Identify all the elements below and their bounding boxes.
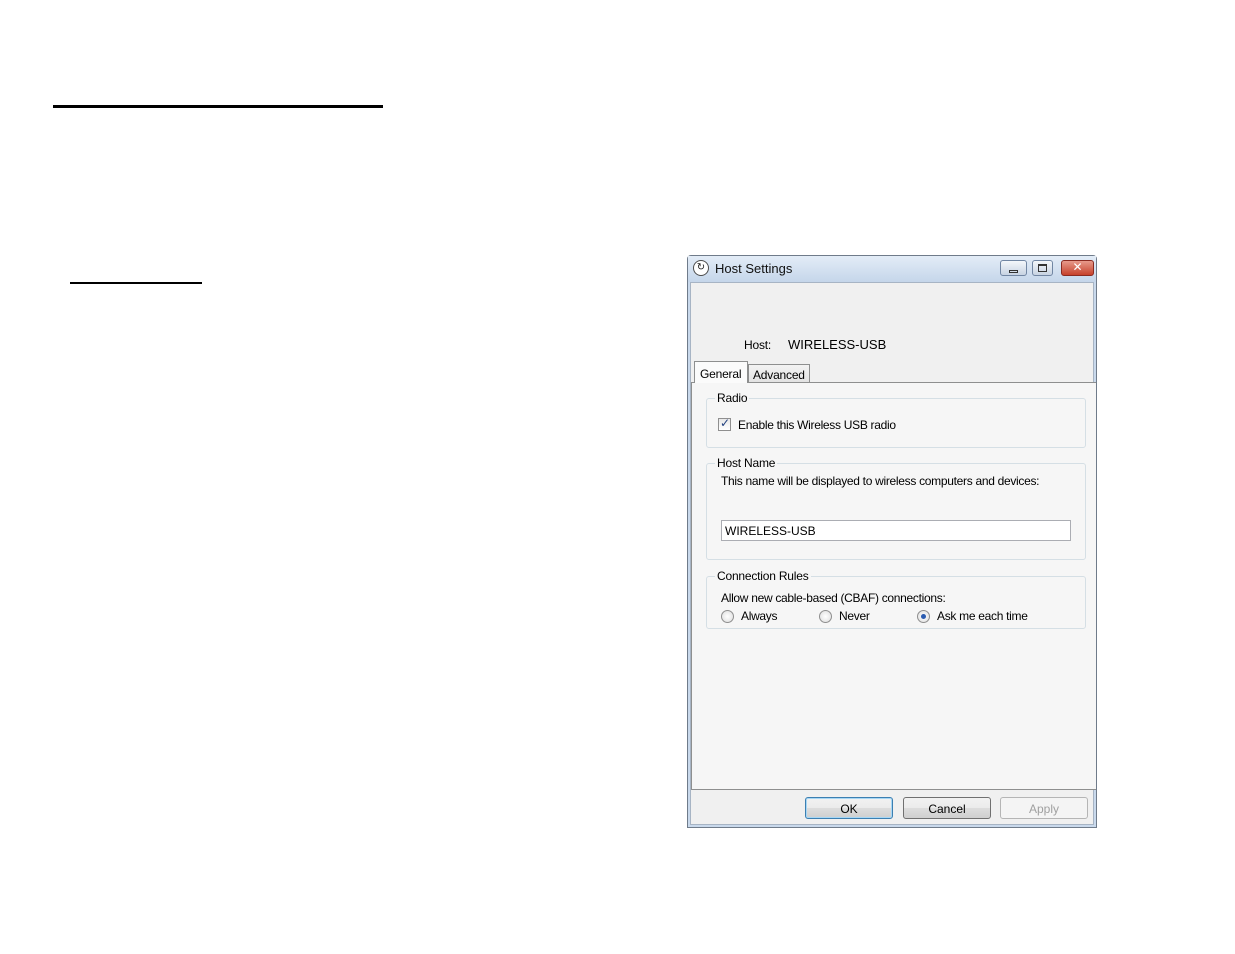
radio-group: Radio ✓ Enable this Wireless USB radio xyxy=(706,391,1086,448)
minimize-icon xyxy=(1009,270,1018,273)
connection-rules-title: Connection Rules xyxy=(715,569,811,583)
close-button[interactable]: ✕ xyxy=(1061,260,1094,276)
connection-rules-group: Connection Rules Allow new cable-based (… xyxy=(706,569,1086,629)
radio-never-label[interactable]: Never xyxy=(839,609,870,623)
radio-selected-dot xyxy=(921,614,926,619)
radio-ask-each-time-label[interactable]: Ask me each time xyxy=(937,609,1028,623)
apply-button[interactable]: Apply xyxy=(1000,797,1088,819)
title-bar[interactable]: ↻ Host Settings ✕ xyxy=(688,256,1096,282)
host-label: Host: xyxy=(744,338,772,352)
enable-radio-checkbox[interactable]: ✓ xyxy=(718,416,731,431)
host-value: WIRELESS-USB xyxy=(788,337,887,352)
radio-ask-each-time[interactable] xyxy=(917,610,930,623)
radio-never[interactable] xyxy=(819,610,832,623)
document-rule-top xyxy=(53,105,383,108)
host-name-input[interactable] xyxy=(721,520,1071,541)
host-name-group-title: Host Name xyxy=(715,456,778,470)
enable-radio-label[interactable]: Enable this Wireless USB radio xyxy=(738,418,896,432)
radio-group-title: Radio xyxy=(715,391,750,405)
checkmark-icon: ✓ xyxy=(720,416,731,430)
connection-rules-description: Allow new cable-based (CBAF) connections… xyxy=(721,591,946,605)
radio-always-label[interactable]: Always xyxy=(741,609,778,623)
minimize-button[interactable] xyxy=(1000,260,1027,276)
host-name-group: Host Name This name will be displayed to… xyxy=(706,456,1086,560)
maximize-icon xyxy=(1038,264,1047,272)
dialog-client-area: Host: WIRELESS-USB General Advanced Radi… xyxy=(690,282,1096,825)
ok-button[interactable]: OK xyxy=(805,797,893,819)
maximize-button[interactable] xyxy=(1032,260,1053,276)
document-rule-short xyxy=(70,282,202,284)
close-icon: ✕ xyxy=(1072,260,1083,274)
window-title: Host Settings xyxy=(715,261,793,276)
tab-general[interactable]: General xyxy=(694,361,748,383)
tab-advanced[interactable]: Advanced xyxy=(748,364,810,383)
cancel-button[interactable]: Cancel xyxy=(903,797,991,819)
radio-always[interactable] xyxy=(721,610,734,623)
wireless-usb-app-icon: ↻ xyxy=(693,260,709,276)
host-name-description: This name will be displayed to wireless … xyxy=(721,474,1040,488)
host-settings-window: ↻ Host Settings ✕ Host: WIRELESS-USB Gen… xyxy=(687,255,1097,828)
